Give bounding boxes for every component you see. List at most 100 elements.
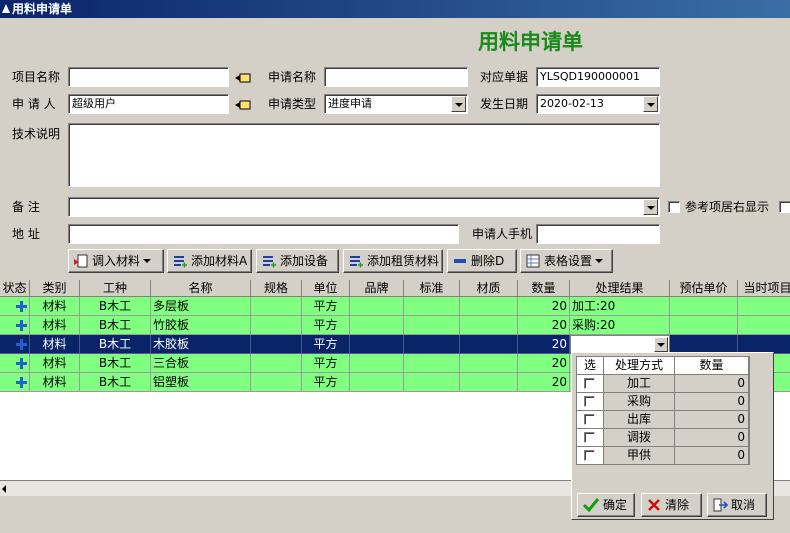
select-checkbox[interactable] [584,432,595,443]
cell-material[interactable] [460,297,518,316]
status-cell[interactable] [0,316,30,335]
cell-result[interactable]: 加工:20 [570,297,670,316]
cell-name[interactable]: 三合板 [151,354,251,373]
cell-spec[interactable] [251,316,302,335]
add-material-button[interactable]: 添加材料A [167,249,252,273]
grid-column-header[interactable]: 工种 [80,280,151,297]
cell-spec[interactable] [251,373,302,392]
cell-material[interactable] [460,335,518,354]
cell-standard[interactable] [404,297,460,316]
cell-brand[interactable] [350,297,404,316]
tech-textarea[interactable] [68,123,660,187]
chevron-down-icon[interactable] [451,96,466,112]
cell-project[interactable] [738,316,790,335]
status-cell[interactable] [0,354,30,373]
status-cell[interactable] [0,297,30,316]
cell-material[interactable] [460,316,518,335]
grid-column-header[interactable]: 单位 [302,280,350,297]
popup-select-cell[interactable] [577,375,604,393]
request-type-select[interactable]: 进度申请 [324,94,468,114]
clear-button[interactable]: 清除 [641,493,702,517]
cell-result[interactable]: 采购:20 [570,316,670,335]
grid-column-header[interactable]: 处理结果 [570,280,670,297]
cell-unit[interactable]: 平方 [302,354,350,373]
applicant-picker-icon[interactable] [234,98,252,112]
cancel-button[interactable]: 取消 [707,493,767,517]
cell-qty[interactable]: 20 [518,297,570,316]
select-checkbox[interactable] [584,396,595,407]
select-checkbox[interactable] [584,414,595,425]
grid-column-header[interactable]: 规格 [251,280,302,297]
cell-brand[interactable] [350,335,404,354]
address-input[interactable] [68,224,459,244]
cell-standard[interactable] [404,316,460,335]
popup-select-cell[interactable] [577,447,604,465]
applicant-input[interactable]: 超级用户 [68,94,229,114]
cell-category[interactable]: 材料 [30,373,80,392]
cell-brand[interactable] [350,373,404,392]
cell-trade[interactable]: B木工 [80,354,151,373]
grid-column-header[interactable]: 类别 [30,280,80,297]
cell-trade[interactable]: B木工 [80,373,151,392]
grid-column-header[interactable]: 品牌 [350,280,404,297]
cell-category[interactable]: 材料 [30,335,80,354]
project-name-input[interactable] [68,67,229,87]
grid-column-header[interactable]: 数量 [518,280,570,297]
cell-unit[interactable]: 平方 [302,316,350,335]
popup-select-cell[interactable] [577,411,604,429]
cell-spec[interactable] [251,297,302,316]
cell-unit[interactable]: 平方 [302,373,350,392]
cell-trade[interactable]: B木工 [80,316,151,335]
chevron-down-icon[interactable] [654,337,668,352]
cell-name[interactable]: 多层板 [151,297,251,316]
cell-standard[interactable] [404,354,460,373]
cell-name[interactable]: 竹胶板 [151,316,251,335]
cell-brand[interactable] [350,354,404,373]
grid-column-header[interactable]: 当时项目 [738,280,790,297]
confirm-button[interactable]: 确定 [577,493,635,517]
popup-select-cell[interactable] [577,393,604,411]
table-settings-button[interactable]: 表格设置 [520,249,613,273]
table-row[interactable]: 材料 B木工 竹胶板 平方 20 采购:20 [0,316,790,335]
cell-category[interactable]: 材料 [30,316,80,335]
cell-name[interactable]: 铝塑板 [151,373,251,392]
import-material-button[interactable]: 调入材料 [68,249,164,273]
grid-column-header[interactable]: 标准 [404,280,460,297]
add-equipment-button[interactable]: 添加设备 [256,249,339,273]
cell-qty[interactable]: 20 [518,335,570,354]
cell-standard[interactable] [404,335,460,354]
cell-trade[interactable]: B木工 [80,297,151,316]
popup-qty-cell[interactable]: 0 [675,375,749,393]
cell-material[interactable] [460,373,518,392]
cell-trade[interactable]: B木工 [80,335,151,354]
cell-qty[interactable]: 20 [518,316,570,335]
chevron-down-icon[interactable] [643,199,658,215]
popup-qty-cell[interactable]: 0 [675,447,749,465]
delete-button[interactable]: 删除D [447,249,517,273]
cell-qty[interactable]: 20 [518,373,570,392]
grid-column-header[interactable]: 材质 [460,280,518,297]
note-select[interactable] [68,197,660,217]
select-checkbox[interactable] [584,378,595,389]
cell-price[interactable] [670,297,738,316]
cell-standard[interactable] [404,373,460,392]
cell-price[interactable] [670,316,738,335]
cell-qty[interactable]: 20 [518,354,570,373]
cell-name[interactable]: 木胶板 [151,335,251,354]
order-input[interactable]: YLSQD190000001 [536,67,660,87]
select-checkbox[interactable] [584,450,595,461]
add-rental-button[interactable]: 添加租赁材料 [343,249,443,273]
status-cell[interactable] [0,373,30,392]
popup-qty-cell[interactable]: 0 [675,393,749,411]
status-cell[interactable] [0,335,30,354]
cell-brand[interactable] [350,316,404,335]
table-row[interactable]: 材料 B木工 多层板 平方 20 加工:20 [0,297,790,316]
popup-qty-cell[interactable]: 0 [675,411,749,429]
popup-select-cell[interactable] [577,429,604,447]
cell-material[interactable] [460,354,518,373]
phone-input[interactable] [536,224,660,244]
date-picker[interactable]: 2020-02-13 [536,94,660,114]
cell-unit[interactable]: 平方 [302,297,350,316]
ref-right-checkbox[interactable] [668,201,680,213]
project-picker-icon[interactable] [234,71,252,85]
